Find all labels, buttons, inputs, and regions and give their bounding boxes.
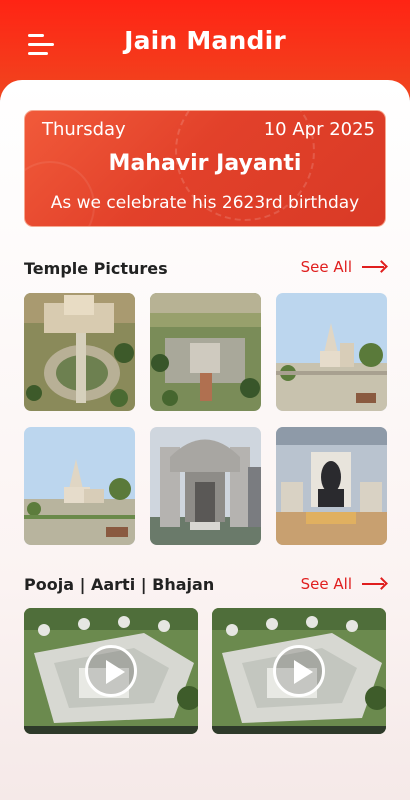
- see-all-label: See All: [300, 575, 352, 593]
- temple-picture-6[interactable]: [276, 427, 387, 545]
- festival-name: Mahavir Jayanti: [108, 151, 302, 176]
- festival-banner[interactable]: Thursday 10 Apr 2025 Mahavir Jayanti As …: [24, 110, 386, 227]
- pooja-video-1[interactable]: [24, 608, 198, 734]
- temple-picture-3[interactable]: [276, 293, 387, 411]
- pooja-see-all-link[interactable]: See All: [300, 575, 388, 593]
- pooja-section-title: Pooja | Aarti | Bhajan: [24, 575, 215, 594]
- temple-picture-4[interactable]: [24, 427, 135, 545]
- play-icon[interactable]: [85, 645, 137, 697]
- arrow-right-icon: [362, 577, 388, 590]
- temple-pictures-see-all-link[interactable]: See All: [300, 258, 388, 276]
- temple-picture-1[interactable]: [24, 293, 135, 411]
- arrow-right-icon: [362, 260, 388, 273]
- banner-date: 10 Apr 2025: [263, 119, 375, 140]
- banner-day: Thursday: [42, 119, 126, 140]
- festival-subtitle: As we celebrate his 2623rd birthday: [50, 193, 360, 213]
- play-icon[interactable]: [273, 645, 325, 697]
- pooja-video-2[interactable]: [212, 608, 386, 734]
- see-all-label: See All: [300, 258, 352, 276]
- temple-pictures-title: Temple Pictures: [24, 259, 168, 278]
- temple-picture-2[interactable]: [150, 293, 261, 411]
- temple-picture-5[interactable]: [150, 427, 261, 545]
- app-title: Jain Mandir: [124, 26, 286, 55]
